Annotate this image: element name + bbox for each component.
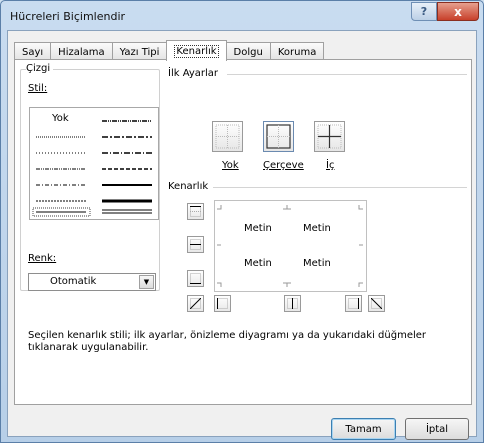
tab-border[interactable]: Kenarlık [166,40,227,61]
border-title: Kenarlık [168,181,212,192]
preset-outline-label: Çerçeve [263,160,304,171]
color-select[interactable]: Otomatik ▼ [28,273,156,291]
preset-none-icon [215,124,240,149]
preset-none-button[interactable] [212,121,243,152]
presets-divider [227,74,467,75]
border-top-icon [190,206,201,217]
close-button[interactable]: x [437,2,479,21]
ok-button-label: Tamam [345,423,382,435]
tab-label: Dolgu [233,46,263,58]
tab-label: Koruma [277,46,317,58]
preset-inside-icon [317,124,342,149]
border-right-icon [348,298,359,309]
style-label: Stil: [28,83,51,94]
border-divider [213,187,467,188]
diagonal-down-icon [371,298,382,309]
preset-none-label: Yok [222,160,239,171]
presets-title: İlk Ayarlar [168,68,222,79]
cancel-button-label: İptal [425,423,449,435]
preview-cell-text: Metin [303,258,331,269]
border-left-icon [217,298,228,309]
help-icon: ? [420,5,428,18]
preset-inside-button[interactable] [314,121,345,152]
border-bottom-button[interactable] [187,270,204,287]
border-diagonal-down-button[interactable] [368,295,385,312]
color-value: Otomatik [50,276,97,287]
tab-label: Sayı [22,46,44,58]
chevron-down-icon[interactable]: ▼ [139,275,154,289]
preview-cell-text: Metin [244,223,272,234]
border-left-button[interactable] [214,295,231,312]
border-top-button[interactable] [187,203,204,220]
format-cells-dialog: Hücreleri Biçimlendir ? x Sayı Hizalama … [0,0,484,443]
line-group-title: Çizgi [26,63,54,74]
color-label: Renk: [28,253,60,264]
tab-strip: Sayı Hizalama Yazı Tipi Kenarlık Dolgu K… [14,40,325,61]
line-style-list[interactable]: Yok [29,107,159,220]
close-icon: x [454,4,462,19]
preview-corner-marks [217,205,363,287]
tab-label: Yazı Tipi [119,46,160,58]
line-style-samples[interactable] [30,108,158,219]
preset-outline-icon [266,124,291,149]
tab-label: Kenarlık [174,44,219,58]
preset-inside-label: İç [326,160,335,171]
border-inside-vertical-icon [287,298,298,309]
cancel-button[interactable]: İptal [405,418,469,440]
border-bottom-icon [190,273,201,284]
tab-label: Hizalama [58,46,105,58]
preview-cell-text: Metin [303,223,331,234]
description-text: Seçilen kenarlık stili; ilk ayarlar, öni… [28,330,427,353]
help-button[interactable]: ? [411,2,437,21]
preview-cell-text: Metin [244,258,272,269]
border-inside-horizontal-icon [190,239,201,250]
window-title: Hücreleri Biçimlendir [10,10,126,23]
border-inside-horizontal-button[interactable] [187,236,204,253]
border-preview[interactable]: Metin Metin Metin Metin [214,200,367,292]
border-right-button[interactable] [345,295,362,312]
preset-outline-button[interactable] [263,121,294,152]
border-tab-panel: Çizgi Stil: Yok Renk: Otomatik ▼ İlk Aya… [14,59,472,405]
diagonal-up-icon [190,298,201,309]
ok-button[interactable]: Tamam [331,418,396,440]
dialog-body: Sayı Hizalama Yazı Tipi Kenarlık Dolgu K… [7,30,477,440]
border-diagonal-up-button[interactable] [187,295,204,312]
title-bar[interactable]: Hücreleri Biçimlendir ? x [1,1,483,31]
border-inside-vertical-button[interactable] [284,295,301,312]
